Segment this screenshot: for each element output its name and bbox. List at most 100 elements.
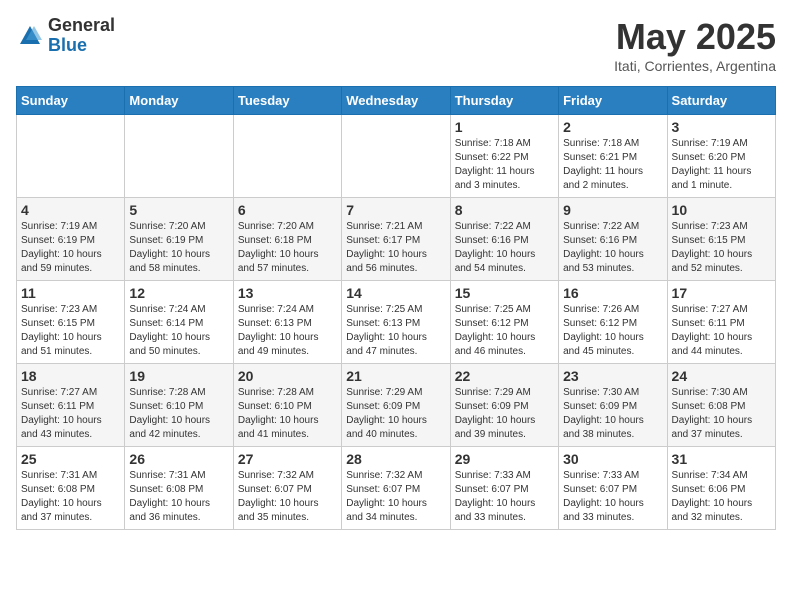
calendar-cell: 6 Sunrise: 7:20 AM Sunset: 6:18 PM Daylig… (233, 198, 341, 281)
calendar-cell: 21 Sunrise: 7:29 AM Sunset: 6:09 PM Dayli… (342, 364, 450, 447)
calendar-week-row: 25 Sunrise: 7:31 AM Sunset: 6:08 PM Dayli… (17, 447, 776, 530)
day-number: 31 (672, 451, 771, 467)
weekday-header: Friday (559, 87, 667, 115)
calendar-cell: 12 Sunrise: 7:24 AM Sunset: 6:14 PM Dayli… (125, 281, 233, 364)
day-info: Sunrise: 7:30 AM Sunset: 6:09 PM Dayligh… (563, 386, 662, 442)
day-number: 3 (672, 119, 771, 135)
day-info: Sunrise: 7:25 AM Sunset: 6:12 PM Dayligh… (455, 303, 554, 359)
day-info: Sunrise: 7:30 AM Sunset: 6:08 PM Dayligh… (672, 386, 771, 442)
calendar-cell: 31 Sunrise: 7:34 AM Sunset: 6:06 PM Dayli… (667, 447, 775, 530)
weekday-header: Wednesday (342, 87, 450, 115)
calendar-week-row: 18 Sunrise: 7:27 AM Sunset: 6:11 PM Dayli… (17, 364, 776, 447)
day-info: Sunrise: 7:18 AM Sunset: 6:22 PM Dayligh… (455, 137, 554, 193)
day-number: 24 (672, 368, 771, 384)
day-number: 8 (455, 202, 554, 218)
day-info: Sunrise: 7:34 AM Sunset: 6:06 PM Dayligh… (672, 469, 771, 525)
day-number: 12 (129, 285, 228, 301)
logo-icon (16, 22, 44, 50)
day-info: Sunrise: 7:32 AM Sunset: 6:07 PM Dayligh… (238, 469, 337, 525)
calendar-cell: 14Sunrise: 7:25 AM Sunset: 6:13 PM Dayli… (342, 281, 450, 364)
day-info: Sunrise: 7:22 AM Sunset: 6:16 PM Dayligh… (455, 220, 554, 276)
calendar-cell: 17Sunrise: 7:27 AM Sunset: 6:11 PM Dayli… (667, 281, 775, 364)
calendar-cell: 25Sunrise: 7:31 AM Sunset: 6:08 PM Dayli… (17, 447, 125, 530)
day-info: Sunrise: 7:32 AM Sunset: 6:07 PM Dayligh… (346, 469, 445, 525)
day-info: Sunrise: 7:27 AM Sunset: 6:11 PM Dayligh… (21, 386, 120, 442)
calendar-cell: 8 Sunrise: 7:22 AM Sunset: 6:16 PM Daylig… (450, 198, 558, 281)
day-info: Sunrise: 7:22 AM Sunset: 6:16 PM Dayligh… (563, 220, 662, 276)
calendar-cell: 23 Sunrise: 7:30 AM Sunset: 6:09 PM Dayli… (559, 364, 667, 447)
day-info: Sunrise: 7:20 AM Sunset: 6:19 PM Dayligh… (129, 220, 228, 276)
calendar-week-row: 11 Sunrise: 7:23 AM Sunset: 6:15 PM Dayli… (17, 281, 776, 364)
calendar-cell (125, 115, 233, 198)
weekday-header: Saturday (667, 87, 775, 115)
day-info: Sunrise: 7:28 AM Sunset: 6:10 PM Dayligh… (238, 386, 337, 442)
day-info: Sunrise: 7:24 AM Sunset: 6:14 PM Dayligh… (129, 303, 228, 359)
logo-general: General (48, 16, 115, 36)
day-number: 2 (563, 119, 662, 135)
day-number: 25 (21, 451, 120, 467)
day-number: 19 (129, 368, 228, 384)
day-info: Sunrise: 7:19 AM Sunset: 6:19 PM Dayligh… (21, 220, 120, 276)
day-number: 27 (238, 451, 337, 467)
weekday-header: Sunday (17, 87, 125, 115)
calendar-cell: 1 Sunrise: 7:18 AM Sunset: 6:22 PM Daylig… (450, 115, 558, 198)
logo: General Blue (16, 16, 115, 56)
day-info: Sunrise: 7:33 AM Sunset: 6:07 PM Dayligh… (455, 469, 554, 525)
day-info: Sunrise: 7:29 AM Sunset: 6:09 PM Dayligh… (455, 386, 554, 442)
calendar-cell: 30Sunrise: 7:33 AM Sunset: 6:07 PM Dayli… (559, 447, 667, 530)
calendar-cell: 15 Sunrise: 7:25 AM Sunset: 6:12 PM Dayli… (450, 281, 558, 364)
day-number: 22 (455, 368, 554, 384)
calendar-cell (17, 115, 125, 198)
day-number: 5 (129, 202, 228, 218)
day-number: 11 (21, 285, 120, 301)
calendar-cell: 29Sunrise: 7:33 AM Sunset: 6:07 PM Dayli… (450, 447, 558, 530)
day-number: 28 (346, 451, 445, 467)
day-number: 7 (346, 202, 445, 218)
day-info: Sunrise: 7:23 AM Sunset: 6:15 PM Dayligh… (21, 303, 120, 359)
calendar-cell: 19Sunrise: 7:28 AM Sunset: 6:10 PM Dayli… (125, 364, 233, 447)
day-number: 20 (238, 368, 337, 384)
day-number: 26 (129, 451, 228, 467)
calendar-cell: 22 Sunrise: 7:29 AM Sunset: 6:09 PM Dayli… (450, 364, 558, 447)
day-info: Sunrise: 7:18 AM Sunset: 6:21 PM Dayligh… (563, 137, 662, 193)
logo-blue: Blue (48, 36, 115, 56)
day-number: 4 (21, 202, 120, 218)
day-info: Sunrise: 7:29 AM Sunset: 6:09 PM Dayligh… (346, 386, 445, 442)
day-number: 15 (455, 285, 554, 301)
calendar-cell: 11 Sunrise: 7:23 AM Sunset: 6:15 PM Dayli… (17, 281, 125, 364)
calendar-cell: 2 Sunrise: 7:18 AM Sunset: 6:21 PM Daylig… (559, 115, 667, 198)
calendar-cell: 16Sunrise: 7:26 AM Sunset: 6:12 PM Dayli… (559, 281, 667, 364)
day-number: 1 (455, 119, 554, 135)
logo-text: General Blue (48, 16, 115, 56)
calendar-cell: 26 Sunrise: 7:31 AM Sunset: 6:08 PM Dayli… (125, 447, 233, 530)
day-number: 18 (21, 368, 120, 384)
calendar-cell: 4 Sunrise: 7:19 AM Sunset: 6:19 PM Daylig… (17, 198, 125, 281)
calendar-cell: 3 Sunrise: 7:19 AM Sunset: 6:20 PM Daylig… (667, 115, 775, 198)
calendar-cell (342, 115, 450, 198)
day-number: 23 (563, 368, 662, 384)
calendar-week-row: 4 Sunrise: 7:19 AM Sunset: 6:19 PM Daylig… (17, 198, 776, 281)
day-info: Sunrise: 7:19 AM Sunset: 6:20 PM Dayligh… (672, 137, 771, 193)
day-number: 10 (672, 202, 771, 218)
calendar-cell: 5 Sunrise: 7:20 AM Sunset: 6:19 PM Daylig… (125, 198, 233, 281)
calendar-cell: 18 Sunrise: 7:27 AM Sunset: 6:11 PM Dayli… (17, 364, 125, 447)
day-number: 14 (346, 285, 445, 301)
day-info: Sunrise: 7:20 AM Sunset: 6:18 PM Dayligh… (238, 220, 337, 276)
weekday-header: Monday (125, 87, 233, 115)
location: Itati, Corrientes, Argentina (614, 58, 776, 74)
month-title: May 2025 (614, 16, 776, 58)
page-header: General Blue May 2025 Itati, Corrientes,… (16, 16, 776, 74)
calendar-cell: 24 Sunrise: 7:30 AM Sunset: 6:08 PM Dayli… (667, 364, 775, 447)
day-number: 6 (238, 202, 337, 218)
calendar-cell: 10Sunrise: 7:23 AM Sunset: 6:15 PM Dayli… (667, 198, 775, 281)
day-info: Sunrise: 7:31 AM Sunset: 6:08 PM Dayligh… (129, 469, 228, 525)
calendar-cell: 9Sunrise: 7:22 AM Sunset: 6:16 PM Daylig… (559, 198, 667, 281)
calendar-cell: 27 Sunrise: 7:32 AM Sunset: 6:07 PM Dayli… (233, 447, 341, 530)
day-number: 30 (563, 451, 662, 467)
day-number: 17 (672, 285, 771, 301)
calendar-cell (233, 115, 341, 198)
day-number: 16 (563, 285, 662, 301)
day-number: 21 (346, 368, 445, 384)
calendar-cell: 13Sunrise: 7:24 AM Sunset: 6:13 PM Dayli… (233, 281, 341, 364)
weekday-header: Thursday (450, 87, 558, 115)
